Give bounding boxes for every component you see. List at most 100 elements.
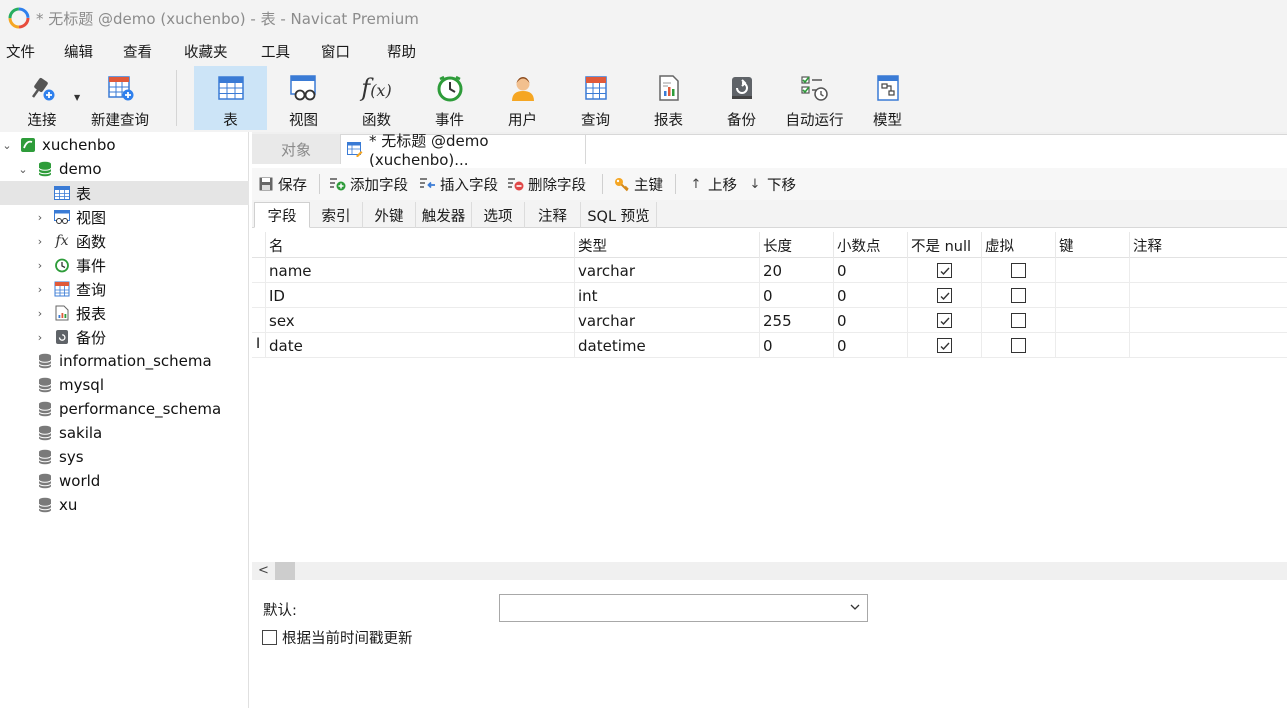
not-null-checkbox[interactable] (937, 263, 952, 278)
chevron-right-icon[interactable]: › (34, 211, 46, 224)
tree-item-tables[interactable]: 表 (0, 181, 249, 205)
toolbar-report-button[interactable]: 报表 (632, 66, 705, 130)
key-cell[interactable] (1055, 333, 1129, 358)
tree-database-demo[interactable]: ⌄ demo (0, 157, 249, 181)
key-cell[interactable] (1055, 308, 1129, 333)
table-row[interactable]: I date datetime 0 0 (252, 333, 1287, 358)
field-length-cell[interactable]: 20 (759, 258, 833, 283)
delete-field-button[interactable]: 删除字段 (508, 168, 586, 200)
toolbar-table-button[interactable]: 表 (194, 66, 267, 130)
column-header-not-null[interactable]: 不是 null (907, 232, 981, 258)
tree-item-queries[interactable]: › 查询 (0, 277, 249, 301)
not-null-checkbox[interactable] (937, 338, 952, 353)
field-name-cell[interactable]: sex (265, 308, 574, 333)
connect-dropdown-arrow-icon[interactable]: ▼ (74, 93, 80, 102)
subtab-indexes[interactable]: 索引 (310, 202, 363, 228)
tree-item-views[interactable]: › 视图 (0, 205, 249, 229)
tree-database-performance-schema[interactable]: performance_schema (0, 397, 249, 421)
field-type-cell[interactable]: varchar (574, 308, 759, 333)
toolbar-new-query-button[interactable]: 新建查询 (84, 66, 156, 130)
tree-item-reports[interactable]: › 报表 (0, 301, 249, 325)
virtual-checkbox[interactable] (1011, 263, 1026, 278)
default-value-select[interactable] (499, 594, 868, 622)
update-timestamp-checkbox[interactable] (262, 630, 277, 645)
field-length-cell[interactable]: 255 (759, 308, 833, 333)
virtual-checkbox[interactable] (1011, 313, 1026, 328)
field-type-cell[interactable]: int (574, 283, 759, 308)
column-header-decimals[interactable]: 小数点 (833, 232, 907, 258)
menu-tools[interactable]: 工具 (261, 41, 290, 62)
chevron-down-icon[interactable]: ⌄ (1, 139, 13, 152)
toolbar-view-button[interactable]: 视图 (267, 66, 340, 130)
chevron-right-icon[interactable]: › (34, 259, 46, 272)
column-header-key[interactable]: 键 (1055, 232, 1129, 258)
menu-favorites[interactable]: 收藏夹 (184, 41, 228, 62)
menu-help[interactable]: 帮助 (387, 41, 416, 62)
subtab-comment[interactable]: 注释 (525, 202, 581, 228)
scrollbar-thumb[interactable] (275, 562, 295, 580)
tree-item-events[interactable]: › 事件 (0, 253, 249, 277)
virtual-checkbox[interactable] (1011, 288, 1026, 303)
not-null-checkbox[interactable] (937, 313, 952, 328)
move-down-button[interactable]: ↓ 下移 (747, 168, 796, 200)
toolbar-autorun-button[interactable]: 自动运行 (778, 66, 851, 130)
tree-connection-xuchenbo[interactable]: ⌄ xuchenbo (0, 133, 249, 157)
column-header-type[interactable]: 类型 (574, 232, 759, 258)
field-decimals-cell[interactable]: 0 (833, 258, 907, 283)
field-decimals-cell[interactable]: 0 (833, 283, 907, 308)
insert-field-button[interactable]: 插入字段 (420, 168, 498, 200)
chevron-right-icon[interactable]: › (34, 307, 46, 320)
toolbar-event-button[interactable]: 事件 (413, 66, 486, 130)
table-row[interactable]: name varchar 20 0 (252, 258, 1287, 283)
tree-database-mysql[interactable]: mysql (0, 373, 249, 397)
column-header-name[interactable]: 名 (265, 232, 574, 258)
field-length-cell[interactable]: 0 (759, 283, 833, 308)
field-type-cell[interactable]: varchar (574, 258, 759, 283)
comment-cell[interactable] (1129, 308, 1287, 333)
subtab-foreign-keys[interactable]: 外键 (363, 202, 416, 228)
field-decimals-cell[interactable]: 0 (833, 308, 907, 333)
menu-edit[interactable]: 编辑 (64, 41, 93, 62)
comment-cell[interactable] (1129, 333, 1287, 358)
tree-database-information-schema[interactable]: information_schema (0, 349, 249, 373)
virtual-checkbox[interactable] (1011, 338, 1026, 353)
table-row[interactable]: sex varchar 255 0 (252, 308, 1287, 333)
toolbar-query-button[interactable]: 查询 (559, 66, 632, 130)
field-decimals-cell[interactable]: 0 (833, 333, 907, 358)
menu-view[interactable]: 查看 (123, 41, 152, 62)
key-cell[interactable] (1055, 258, 1129, 283)
comment-cell[interactable] (1129, 283, 1287, 308)
comment-cell[interactable] (1129, 258, 1287, 283)
menu-file[interactable]: 文件 (6, 41, 35, 62)
tree-item-backups[interactable]: › 备份 (0, 325, 249, 349)
column-header-virtual[interactable]: 虚拟 (981, 232, 1055, 258)
chevron-right-icon[interactable]: › (34, 331, 46, 344)
field-type-cell[interactable]: datetime (574, 333, 759, 358)
field-name-cell[interactable]: name (265, 258, 574, 283)
subtab-triggers[interactable]: 触发器 (416, 202, 472, 228)
not-null-checkbox[interactable] (937, 288, 952, 303)
tree-item-functions[interactable]: › fx 函数 (0, 229, 249, 253)
toolbar-function-button[interactable]: f(x) 函数 (340, 66, 413, 130)
tree-database-world[interactable]: world (0, 469, 249, 493)
grid-horizontal-scrollbar[interactable]: < (252, 562, 1287, 580)
subtab-fields[interactable]: 字段 (254, 202, 310, 228)
tab-objects[interactable]: 对象 (252, 134, 340, 164)
menu-window[interactable]: 窗口 (321, 41, 350, 62)
table-row[interactable]: ID int 0 0 (252, 283, 1287, 308)
field-length-cell[interactable]: 0 (759, 333, 833, 358)
primary-key-button[interactable]: 主键 (614, 168, 663, 200)
toolbar-user-button[interactable]: 用户 (486, 66, 559, 130)
move-up-button[interactable]: ↑ 上移 (688, 168, 737, 200)
tree-database-xu[interactable]: xu (0, 493, 249, 517)
column-header-comment[interactable]: 注释 (1129, 232, 1287, 258)
chevron-down-icon[interactable]: ⌄ (17, 163, 29, 176)
toolbar-connect-button[interactable]: 连接 (8, 66, 76, 130)
column-header-length[interactable]: 长度 (759, 232, 833, 258)
chevron-right-icon[interactable]: › (34, 235, 46, 248)
key-cell[interactable] (1055, 283, 1129, 308)
tree-database-sakila[interactable]: sakila (0, 421, 249, 445)
field-name-cell[interactable]: ID (265, 283, 574, 308)
tree-database-sys[interactable]: sys (0, 445, 249, 469)
field-name-cell[interactable]: date (265, 333, 574, 358)
